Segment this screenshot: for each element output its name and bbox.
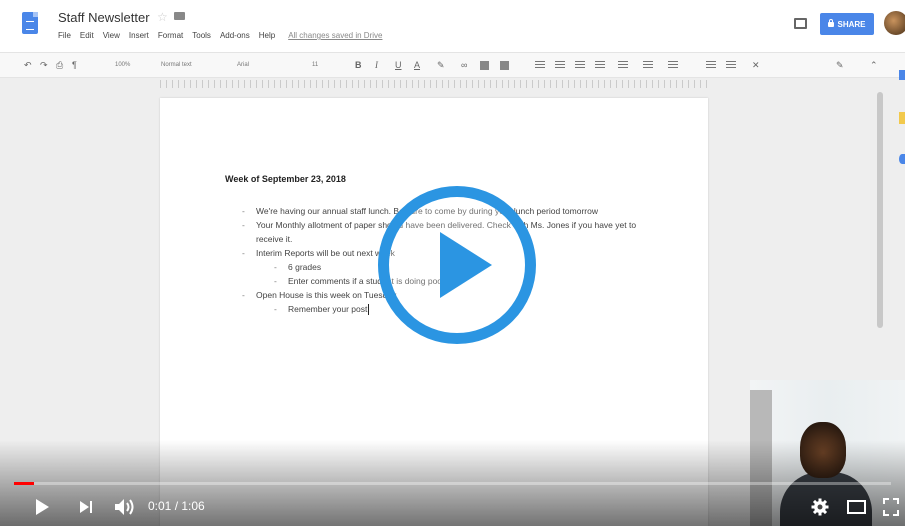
font-select[interactable]: Arial <box>237 59 249 71</box>
menu-addons[interactable]: Add-ons <box>220 31 250 40</box>
next-icon[interactable] <box>80 501 93 513</box>
editing-mode-icon[interactable]: ✎ <box>836 59 844 71</box>
line-spacing-icon[interactable] <box>618 61 628 70</box>
bulleted-list-icon[interactable] <box>668 61 678 70</box>
print-icon[interactable]: ⎙ <box>56 59 63 71</box>
menu-view[interactable]: View <box>103 31 120 40</box>
undo-icon[interactable]: ↶ <box>24 59 32 71</box>
tasks-icon[interactable] <box>899 154 905 164</box>
fullscreen-icon[interactable] <box>883 498 899 516</box>
comment-icon[interactable] <box>794 18 807 29</box>
align-right-icon[interactable] <box>575 61 585 70</box>
calendar-icon[interactable] <box>899 70 905 80</box>
folder-icon[interactable] <box>174 12 185 20</box>
text-color-icon[interactable]: A <box>414 59 420 71</box>
underline-icon[interactable]: U <box>395 59 402 71</box>
highlight-icon[interactable]: ✎ <box>437 59 445 71</box>
video-play-overlay-button[interactable] <box>378 186 536 344</box>
bold-icon[interactable]: B <box>355 59 362 71</box>
star-icon[interactable]: ☆ <box>157 10 168 24</box>
collapse-icon[interactable]: ⌃ <box>870 59 878 71</box>
keep-icon[interactable] <box>899 112 905 124</box>
list-item-text: Remember your post <box>288 304 368 314</box>
style-select[interactable]: Normal text <box>161 59 192 71</box>
volume-icon[interactable] <box>113 497 137 517</box>
docs-logo-icon[interactable] <box>22 12 38 34</box>
progress-bar[interactable] <box>14 482 891 485</box>
account-avatar[interactable] <box>884 11 905 35</box>
share-button[interactable]: SHARE <box>820 13 874 35</box>
settings-icon[interactable] <box>811 498 829 516</box>
paint-format-icon[interactable]: ¶ <box>72 59 77 71</box>
theater-mode-icon[interactable] <box>847 500 866 514</box>
menu-edit[interactable]: Edit <box>80 31 94 40</box>
menu-format[interactable]: Format <box>158 31 183 40</box>
save-status[interactable]: All changes saved in Drive <box>288 31 382 40</box>
document-title[interactable]: Staff Newsletter <box>58 10 150 25</box>
menu-help[interactable]: Help <box>259 31 275 40</box>
progress-played <box>14 482 34 485</box>
align-center-icon[interactable] <box>555 61 565 70</box>
ruler[interactable] <box>160 80 710 88</box>
decrease-indent-icon[interactable] <box>706 61 716 70</box>
italic-icon[interactable]: I <box>375 59 378 71</box>
link-icon[interactable]: ∞ <box>461 59 467 71</box>
menu-bar: File Edit View Insert Format Tools Add-o… <box>58 31 382 40</box>
play-button[interactable] <box>36 499 49 515</box>
clear-formatting-icon[interactable]: ✕ <box>752 59 760 71</box>
document-heading: Week of September 23, 2018 <box>225 174 346 184</box>
lock-icon <box>828 18 835 27</box>
play-icon <box>440 232 492 298</box>
increase-indent-icon[interactable] <box>726 61 736 70</box>
formatting-toolbar: ↶ ↷ ⎙ ¶ 100% Normal text Arial 11 B I U … <box>0 52 905 78</box>
scrollbar[interactable] <box>877 92 883 328</box>
redo-icon[interactable]: ↷ <box>40 59 48 71</box>
text-cursor <box>368 304 370 316</box>
time-display: 0:01 / 1:06 <box>148 499 205 513</box>
menu-tools[interactable]: Tools <box>192 31 211 40</box>
image-icon[interactable] <box>500 61 509 70</box>
docs-header: Staff Newsletter ☆ File Edit View Insert… <box>0 0 905 52</box>
font-size-select[interactable]: 11 <box>312 59 318 71</box>
comment-insert-icon[interactable] <box>480 61 489 70</box>
align-justify-icon[interactable] <box>595 61 605 70</box>
numbered-list-icon[interactable] <box>643 61 653 70</box>
menu-insert[interactable]: Insert <box>129 31 149 40</box>
menu-file[interactable]: File <box>58 31 71 40</box>
share-label: SHARE <box>837 19 866 29</box>
align-left-icon[interactable] <box>535 61 545 70</box>
zoom-select[interactable]: 100% <box>115 59 130 71</box>
